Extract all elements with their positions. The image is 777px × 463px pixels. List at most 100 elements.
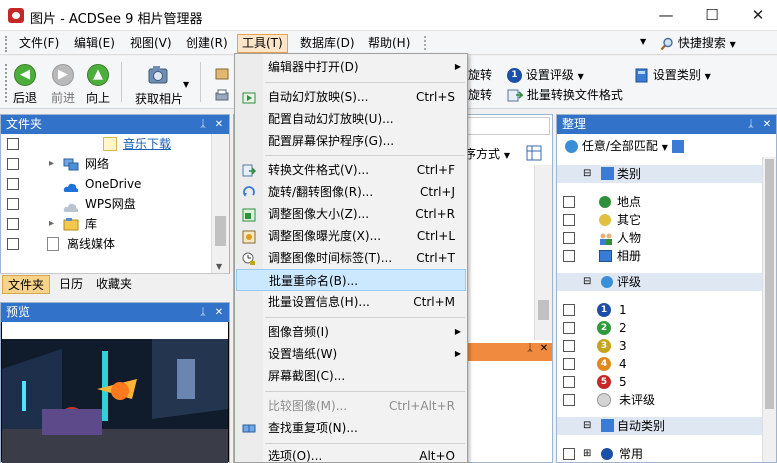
- menu-edit[interactable]: 编辑(E): [70, 34, 119, 53]
- menu-view[interactable]: 视图(V): [126, 34, 176, 53]
- checkbox[interactable]: [563, 448, 575, 460]
- view-mode-icon[interactable]: [526, 145, 542, 161]
- collapse-icon[interactable]: ⊟: [583, 417, 591, 435]
- menu-item-rotate-flip[interactable]: 旋转/翻转图像(R)... Ctrl+J: [236, 181, 466, 203]
- tool-icon[interactable]: [214, 66, 230, 82]
- checkbox[interactable]: [563, 376, 575, 388]
- menu-item-find-duplicates[interactable]: 查找重复项(N)...: [236, 417, 466, 439]
- sort-button[interactable]: 序方式 ▼: [464, 145, 510, 162]
- menu-item-batch-rename[interactable]: 批量重命名(B)...: [236, 269, 466, 291]
- collapse-icon[interactable]: ⊟: [583, 273, 591, 291]
- quick-search-button[interactable]: 快捷搜索 ▼: [660, 34, 736, 53]
- scroll-down-icon[interactable]: ▼: [216, 262, 222, 271]
- menubar-dropdown-icon[interactable]: ▼: [640, 37, 646, 46]
- checkbox[interactable]: [563, 394, 575, 406]
- tree-item-onedrive[interactable]: OneDrive: [1, 174, 211, 194]
- tab-folders[interactable]: 文件夹: [2, 275, 51, 294]
- checkbox[interactable]: [563, 232, 575, 244]
- menu-tools[interactable]: 工具(T): [237, 34, 288, 53]
- expand-icon[interactable]: ⊞: [583, 445, 591, 463]
- pin-icon[interactable]: ᛣ: [197, 115, 209, 134]
- scrollbar-thumb[interactable]: [538, 300, 549, 320]
- tab-calendar[interactable]: 日历: [54, 275, 88, 294]
- expand-icon[interactable]: ▸: [49, 214, 54, 234]
- menu-item-open-in-editor[interactable]: 编辑器中打开(D) ▶: [236, 56, 466, 78]
- tree-item-library[interactable]: ▸ 库: [1, 214, 211, 234]
- organize-scrollbar[interactable]: [762, 157, 776, 462]
- menubar-grip[interactable]: [5, 36, 9, 52]
- checkbox[interactable]: [7, 218, 19, 230]
- menu-item-compare[interactable]: 比较图像(M)... Ctrl+Alt+R: [236, 395, 466, 417]
- rating-item-unrated[interactable]: 未评级: [557, 391, 762, 409]
- search-box[interactable]: [464, 117, 550, 135]
- acquire-photos-button[interactable]: 获取相片: [129, 60, 189, 106]
- checkbox[interactable]: [563, 196, 575, 208]
- scrollbar-thumb[interactable]: [215, 216, 226, 246]
- close-icon[interactable]: ✕: [213, 303, 225, 322]
- category-item-place[interactable]: 地点: [557, 193, 762, 211]
- rotate-button-2[interactable]: 旋转: [468, 86, 492, 104]
- category-item-other[interactable]: 其它: [557, 211, 762, 229]
- checkbox[interactable]: [563, 214, 575, 226]
- menu-create[interactable]: 创建(R): [182, 34, 232, 53]
- tree-item-offline[interactable]: 离线媒体: [1, 234, 211, 254]
- checkbox[interactable]: [7, 198, 19, 210]
- print-icon[interactable]: [214, 88, 230, 104]
- rating-item-4[interactable]: 4 4: [557, 355, 762, 373]
- menu-item-image-audio[interactable]: 图像音频(I) ▶: [236, 321, 466, 343]
- pin-icon[interactable]: ᛣ: [524, 343, 536, 354]
- checkbox[interactable]: [563, 304, 575, 316]
- checkbox[interactable]: [7, 238, 19, 250]
- category-item-album[interactable]: 相册: [557, 247, 762, 265]
- menu-item-screenshot[interactable]: 屏幕截图(C)...: [236, 365, 466, 387]
- tree-item-wps[interactable]: WPS网盘: [1, 194, 211, 214]
- close-icon[interactable]: ✕: [761, 115, 773, 134]
- rotate-button-1[interactable]: 旋转: [468, 66, 492, 84]
- scrollbar-thumb[interactable]: [765, 159, 774, 409]
- acquire-dropdown-icon[interactable]: ▼: [183, 80, 189, 89]
- up-button[interactable]: ▲ 向上: [78, 60, 118, 106]
- back-button[interactable]: ◀ 后退: [5, 60, 45, 106]
- maximize-button[interactable]: ☐: [689, 4, 735, 26]
- file-list-scrollbar[interactable]: [534, 165, 552, 340]
- menu-item-timestamp[interactable]: 调整图像时间标签(T)... Ctrl+T: [236, 247, 466, 269]
- close-icon[interactable]: ✕: [538, 343, 550, 354]
- checkbox[interactable]: [563, 340, 575, 352]
- checkbox[interactable]: [563, 322, 575, 334]
- menu-item-exposure[interactable]: 调整图像曝光度(X)... Ctrl+L: [236, 225, 466, 247]
- category-item-people[interactable]: 人物: [557, 229, 762, 247]
- menu-file[interactable]: 文件(F): [15, 34, 63, 53]
- batch-convert-button[interactable]: 批量转换文件格式: [507, 86, 623, 104]
- auto-category-item-common[interactable]: ⊞ 常用: [557, 445, 762, 463]
- checkbox[interactable]: [563, 250, 575, 262]
- menu-help[interactable]: 帮助(H): [364, 34, 414, 53]
- rating-item-3[interactable]: 3 3: [557, 337, 762, 355]
- rating-item-5[interactable]: 5 5: [557, 373, 762, 391]
- checkbox[interactable]: [7, 158, 19, 170]
- set-category-button[interactable]: 设置类别 ▼: [634, 66, 711, 84]
- forward-button[interactable]: ▶ 前进: [43, 60, 83, 106]
- menu-item-screensaver[interactable]: 配置屏幕保护程序(G)...: [236, 130, 466, 152]
- pin-icon[interactable]: ᛣ: [745, 115, 757, 134]
- checkbox[interactable]: [563, 358, 575, 370]
- tab-favorites[interactable]: 收藏夹: [91, 275, 137, 294]
- minimize-button[interactable]: —: [643, 4, 689, 26]
- collapse-icon[interactable]: ⊟: [583, 165, 591, 183]
- rating-item-1[interactable]: 1 1: [557, 301, 762, 319]
- menu-item-slideshow[interactable]: 自动幻灯放映(S)... Ctrl+S: [236, 86, 466, 108]
- folder-scrollbar[interactable]: ▼: [211, 134, 229, 274]
- rating-item-2[interactable]: 2 2: [557, 319, 762, 337]
- tree-item-network[interactable]: ▸ 网络: [1, 154, 211, 174]
- category-section[interactable]: ⊟ 类别: [557, 165, 762, 183]
- menu-item-resize[interactable]: 调整图像大小(Z)... Ctrl+R: [236, 203, 466, 225]
- menu-database[interactable]: 数据库(D): [296, 34, 359, 53]
- close-icon[interactable]: ✕: [213, 115, 225, 134]
- menu-item-batch-info[interactable]: 批量设置信息(H)... Ctrl+M: [236, 291, 466, 313]
- checkbox[interactable]: [7, 138, 19, 150]
- auto-category-section[interactable]: ⊟ 自动类别: [557, 417, 762, 435]
- pin-icon[interactable]: ᛣ: [197, 303, 209, 322]
- menu-item-options[interactable]: 选项(O)... Alt+O: [236, 447, 466, 463]
- set-rating-button[interactable]: 1 设置评级 ▼: [507, 66, 584, 84]
- tree-item-music[interactable]: 音乐下载: [1, 134, 211, 154]
- match-filter-button[interactable]: 任意/全部匹配 ▼: [565, 137, 684, 155]
